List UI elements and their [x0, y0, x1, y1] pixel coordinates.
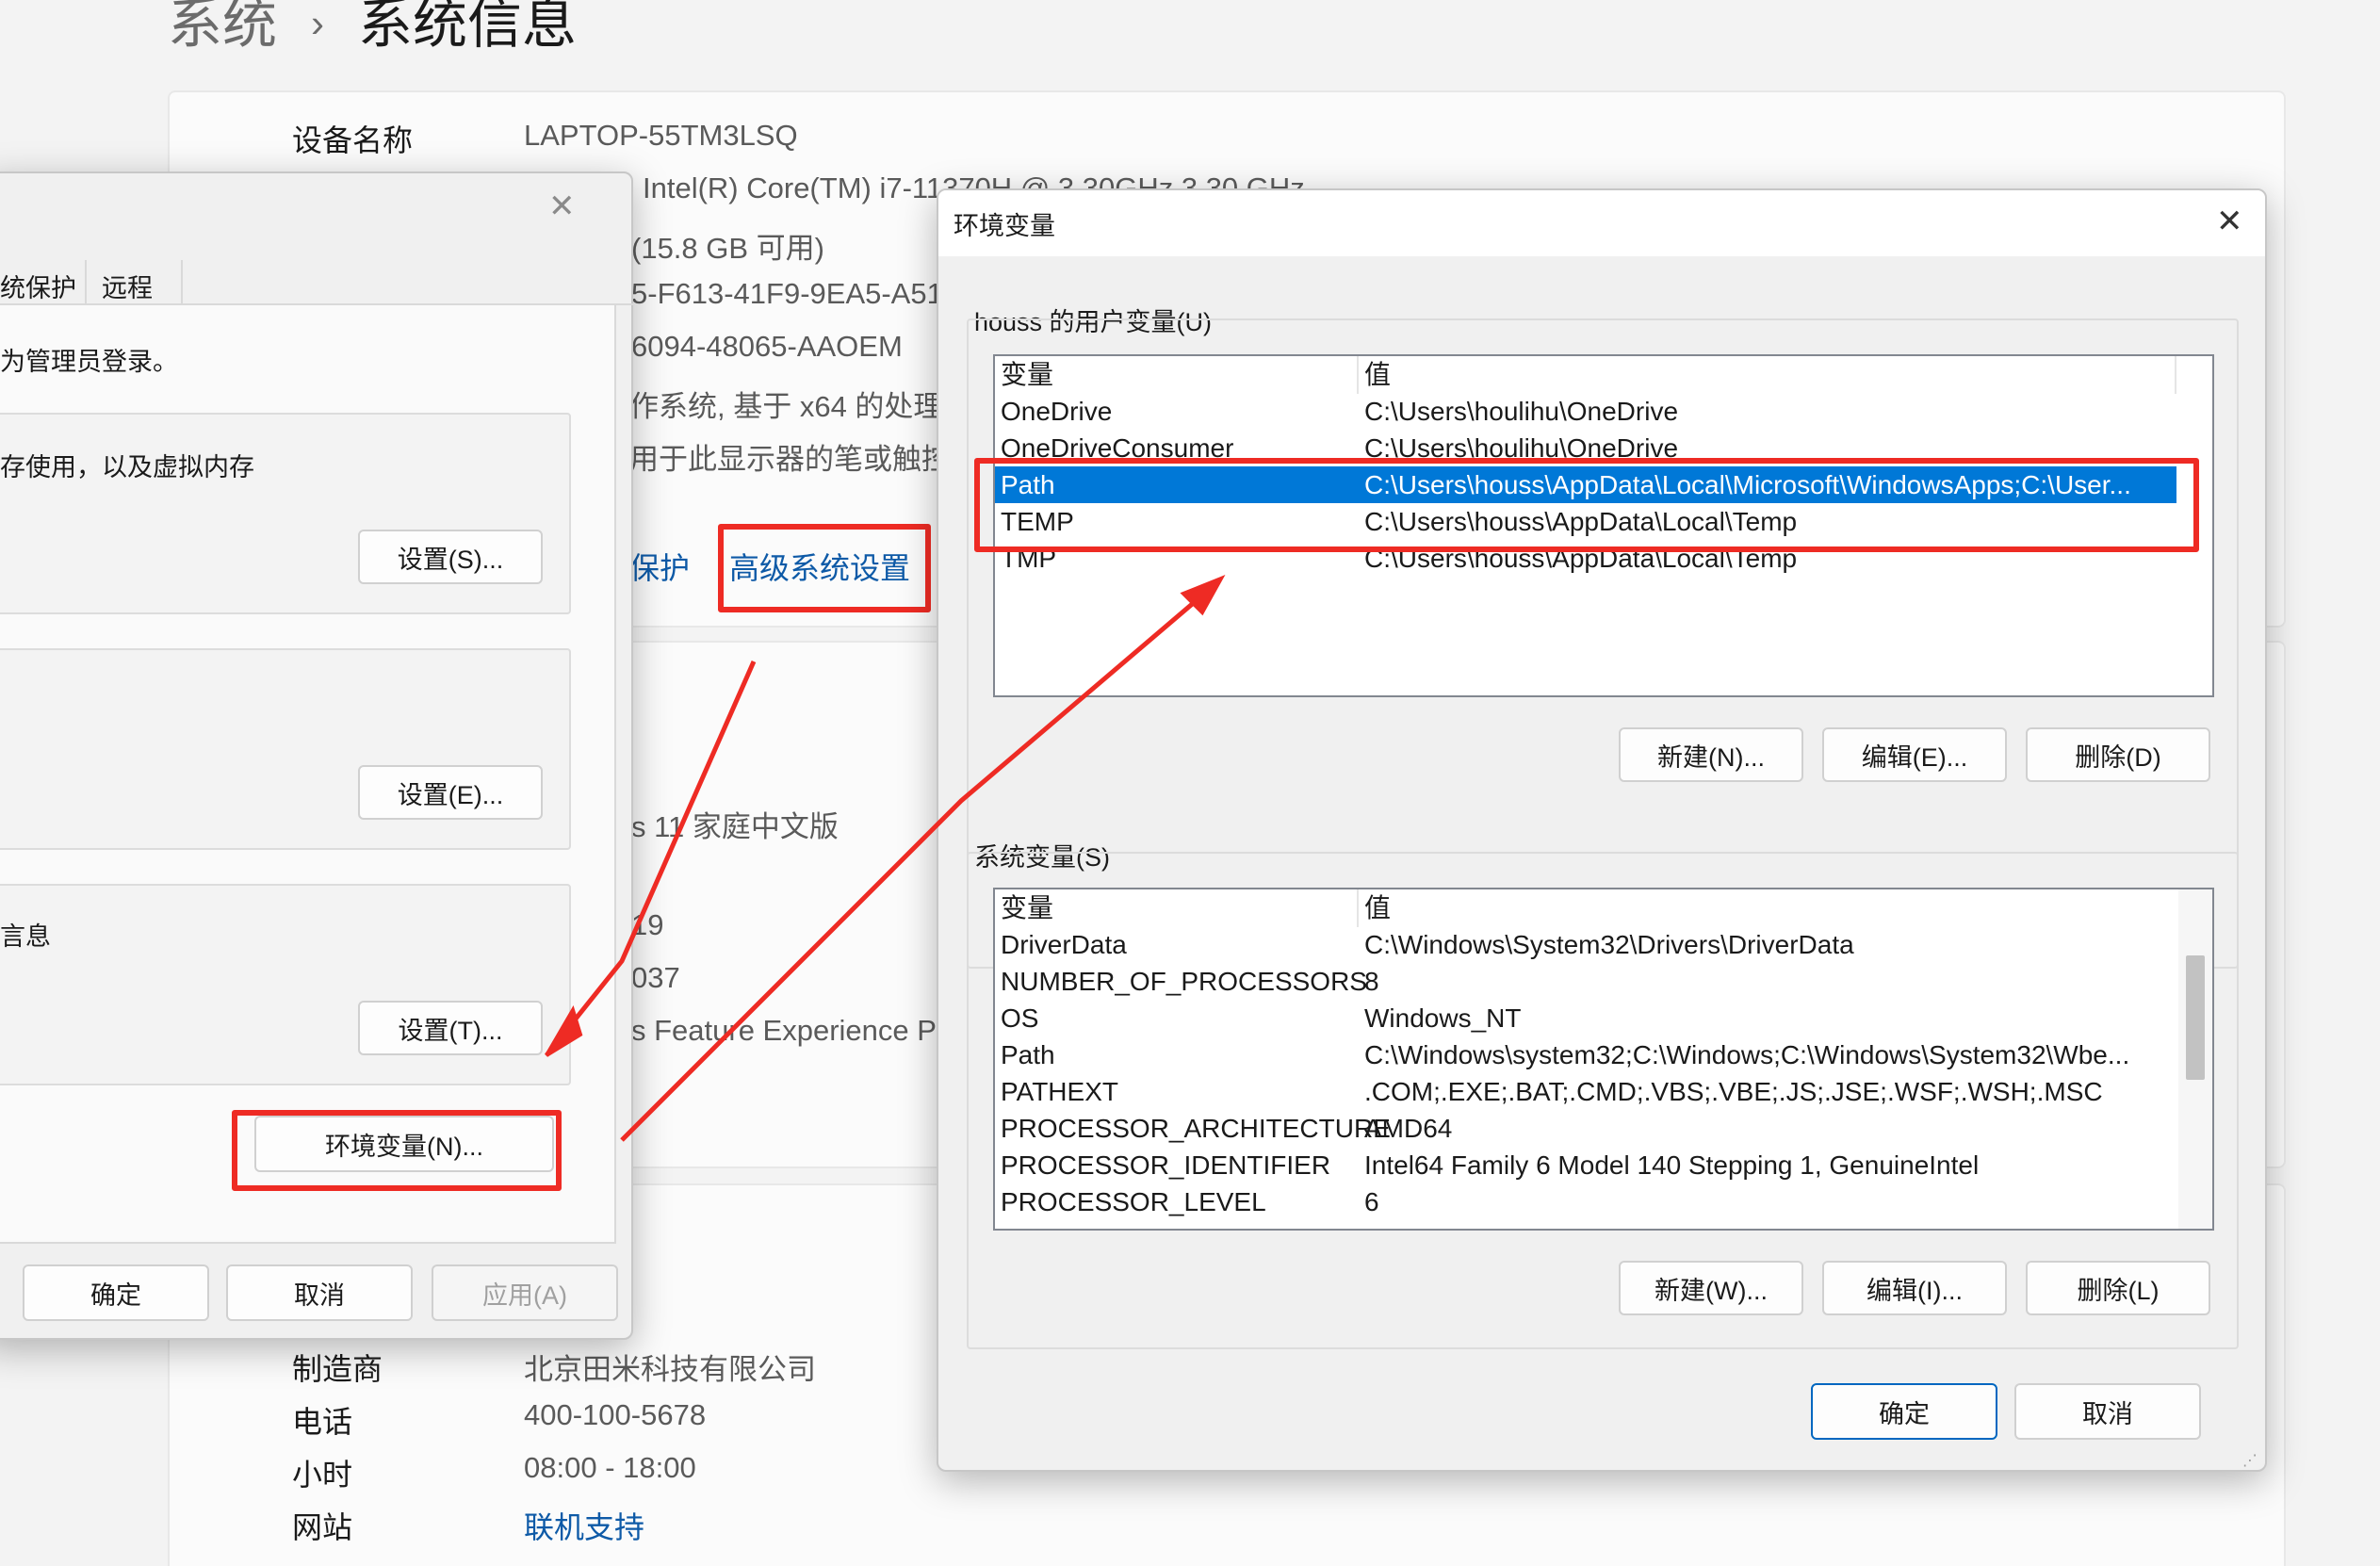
arrow-to-path-row [620, 582, 1217, 1142]
annotation-arrows [545, 575, 1226, 1142]
arrow-to-env-button [545, 660, 757, 1057]
arrow-to-env-button-head [545, 1005, 583, 1057]
